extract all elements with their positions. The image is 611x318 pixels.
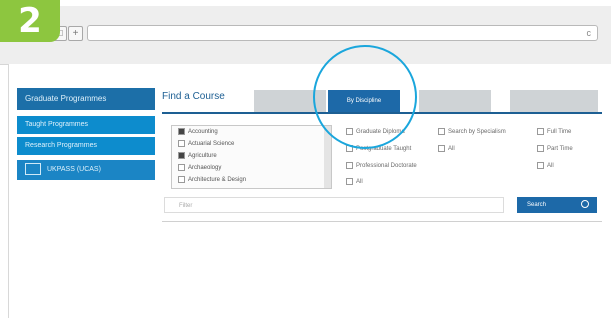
ucas-logo-icon [25, 163, 41, 176]
option-specialism[interactable]: Search by Specialism [438, 128, 506, 135]
sidebar-header[interactable]: Graduate Programmes [17, 88, 155, 110]
checkbox[interactable] [537, 128, 544, 135]
checkbox[interactable] [537, 145, 544, 152]
address-bar[interactable]: c [87, 25, 598, 41]
checkbox[interactable] [346, 162, 353, 169]
option-part-time[interactable]: Part Time [537, 145, 573, 152]
ucas-label: UKPASS (UCAS) [47, 166, 101, 173]
sidebar-item-taught[interactable]: Taught Programmes [17, 116, 155, 134]
tab-3[interactable] [419, 90, 491, 112]
checkbox[interactable] [346, 145, 353, 152]
step-badge: 2 [0, 0, 60, 42]
divider [162, 221, 602, 222]
reload-icon[interactable]: c [587, 26, 592, 40]
list-item[interactable]: Archaeology [172, 162, 331, 174]
checkbox[interactable] [346, 178, 353, 185]
checkbox[interactable] [178, 127, 185, 135]
list-item[interactable]: Accounting [172, 126, 331, 138]
checkbox[interactable] [178, 163, 185, 171]
checkbox[interactable] [438, 128, 445, 135]
tab-underline [162, 112, 602, 114]
search-input[interactable]: Filter [164, 197, 504, 213]
subject-list[interactable]: Accounting Actuarial Science Agriculture… [171, 125, 332, 189]
list-item[interactable]: Agriculture [172, 150, 331, 162]
browser-toolbar: □ + c [0, 6, 611, 65]
checkbox[interactable] [178, 139, 185, 147]
option-all-3[interactable]: All [537, 162, 554, 169]
plus-icon[interactable]: + [68, 26, 83, 41]
list-item[interactable]: Architecture & Design [172, 174, 331, 186]
option-professional-doctorate[interactable]: Professional Doctorate [346, 162, 417, 169]
sidebar-item-ucas[interactable]: UKPASS (UCAS) [17, 160, 155, 180]
scrollbar[interactable] [324, 126, 331, 188]
checkbox[interactable] [178, 175, 185, 183]
sidebar-item-research[interactable]: Research Programmes [17, 137, 155, 155]
page-title: Find a Course [162, 91, 225, 102]
tab-4[interactable] [510, 90, 598, 112]
tab-by-discipline[interactable]: By Discipline [328, 90, 400, 112]
search-button[interactable]: Search [517, 197, 597, 213]
checkbox[interactable] [346, 128, 353, 135]
search-icon [581, 200, 589, 208]
checkbox[interactable] [178, 151, 185, 159]
option-full-time[interactable]: Full Time [537, 128, 571, 135]
option-graduate-diploma[interactable]: Graduate Diploma [346, 128, 405, 135]
option-all-2[interactable]: All [438, 145, 455, 152]
option-postgraduate-taught[interactable]: Postgraduate Taught [346, 145, 411, 152]
sidebar: Graduate Programmes Taught Programmes Re… [17, 88, 155, 183]
checkbox[interactable] [537, 162, 544, 169]
list-item[interactable]: Actuarial Science [172, 138, 331, 150]
tab-1[interactable] [254, 90, 326, 112]
option-all-1[interactable]: All [346, 178, 363, 185]
checkbox[interactable] [438, 145, 445, 152]
search-button-label: Search [527, 202, 547, 208]
